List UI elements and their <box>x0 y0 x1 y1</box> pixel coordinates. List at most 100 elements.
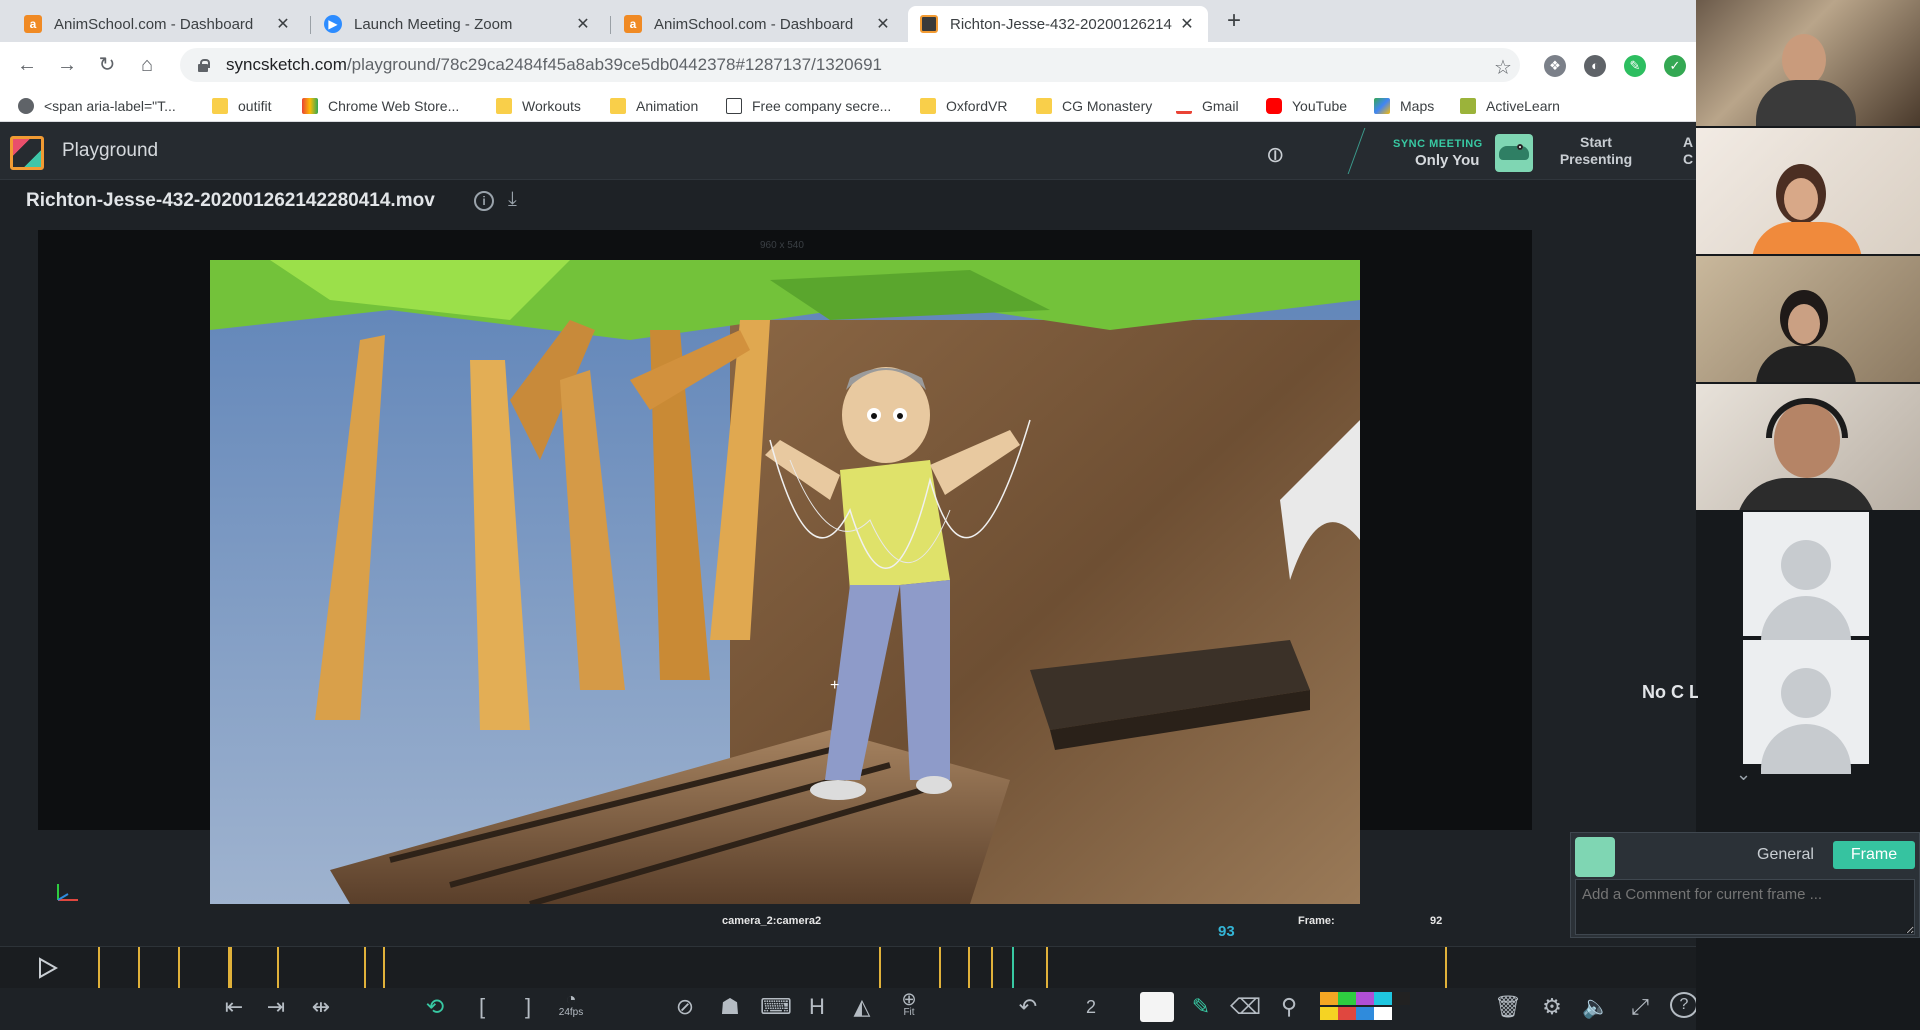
tab-animschool-dashboard-1[interactable]: a AnimSchool.com - Dashboard ✕ <box>12 6 304 42</box>
color-swatch[interactable] <box>1338 1007 1356 1020</box>
address-bar[interactable]: syncsketch.com/playground/78c29ca2484f45… <box>180 48 1520 82</box>
info-icon[interactable]: i <box>474 191 494 211</box>
eraser-icon[interactable]: ⌫ <box>1230 992 1261 1022</box>
eyedropper-icon[interactable]: ⚲ <box>1274 992 1304 1022</box>
video-frame[interactable]: + <box>210 260 1360 904</box>
bookmark-free-company[interactable]: Free company secre... <box>726 95 891 117</box>
tab-animschool-dashboard-2[interactable]: a AnimSchool.com - Dashboard ✕ <box>612 6 904 42</box>
tab-zoom-launch[interactable]: ▶ Launch Meeting - Zoom ✕ <box>312 6 604 42</box>
bookmark-oxfordvr[interactable]: OxfordVR <box>920 95 1007 117</box>
bookmark-youtube[interactable]: YouTube <box>1266 95 1347 117</box>
shield-extension-icon[interactable]: ✓ <box>1664 55 1686 77</box>
range-icon[interactable]: ⇹ <box>306 992 336 1022</box>
keyframe-tick[interactable] <box>277 947 279 989</box>
loop-icon[interactable]: ⟲ <box>420 992 450 1022</box>
close-icon[interactable]: ✕ <box>874 14 892 34</box>
prev-frame-icon[interactable]: ⇤ <box>222 992 246 1022</box>
close-icon[interactable]: ✕ <box>574 14 592 34</box>
keyframe-tick[interactable] <box>383 947 385 989</box>
bookmark-gmail[interactable]: Gmail <box>1176 95 1239 117</box>
keyframe-tick[interactable] <box>991 947 993 989</box>
timeline-bar[interactable] <box>0 946 1696 989</box>
keyframe-tick[interactable] <box>178 947 180 989</box>
color-swatch[interactable] <box>1374 992 1392 1005</box>
visibility-off-icon[interactable]: ⊘ <box>670 992 700 1022</box>
participant-placeholder-1[interactable] <box>1743 512 1869 646</box>
keyframe-tick[interactable] <box>1046 947 1048 989</box>
pen-icon[interactable]: ✎ <box>1186 992 1216 1022</box>
fps-button[interactable]: ◔ 24fps <box>552 990 590 1020</box>
new-tab-button[interactable]: + <box>1220 8 1248 36</box>
back-icon[interactable]: ← <box>14 52 40 78</box>
evernote-extension-icon[interactable]: ✎ <box>1624 55 1646 77</box>
home-icon[interactable]: ⌂ <box>134 52 160 78</box>
next-frame-icon[interactable]: ⇥ <box>264 992 288 1022</box>
tab-syncsketch-richton[interactable]: Richton-Jesse-432-20200126214 ✕ <box>908 6 1208 42</box>
timeline-track[interactable] <box>98 947 1822 989</box>
brush-size-value[interactable]: 2 <box>1080 992 1102 1022</box>
keyframe-tick[interactable] <box>968 947 970 989</box>
header-cut-button[interactable]: A C <box>1683 134 1696 168</box>
color-swatch[interactable] <box>1374 1007 1392 1020</box>
trash-icon[interactable]: 🗑 <box>1494 992 1522 1022</box>
volume-icon[interactable]: 🔈 <box>1582 992 1610 1022</box>
help-icon[interactable]: ? <box>1670 992 1698 1018</box>
participant-video-4[interactable] <box>1696 384 1920 510</box>
bookmark-outifit[interactable]: outifit <box>212 95 271 117</box>
keyframe-tick[interactable] <box>98 947 100 989</box>
bookmark-star-icon[interactable]: ☆ <box>1494 55 1512 80</box>
color-swatch[interactable] <box>1392 992 1410 1005</box>
comment-input[interactable] <box>1575 879 1915 935</box>
bookmark-maps[interactable]: Maps <box>1374 95 1434 117</box>
syncsketch-logo-icon[interactable] <box>10 136 44 170</box>
bookmark-animation[interactable]: Animation <box>610 95 698 117</box>
color-swatch[interactable] <box>1356 1007 1374 1020</box>
tab-frame[interactable]: Frame <box>1833 841 1915 869</box>
participant-video-2[interactable] <box>1696 128 1920 254</box>
keyframe-tick[interactable] <box>879 947 881 989</box>
color-swatch[interactable] <box>1338 992 1356 1005</box>
bookmark-chrome-web-store[interactable]: Chrome Web Store... <box>302 95 459 117</box>
keyboard-icon[interactable]: ⌨ <box>760 992 792 1022</box>
color-swatch[interactable] <box>1356 992 1374 1005</box>
fullscreen-icon[interactable]: ⤢ <box>1626 992 1654 1022</box>
keyframe-tick[interactable] <box>138 947 140 989</box>
keyframe-tick[interactable] <box>939 947 941 989</box>
playhead[interactable] <box>1012 947 1014 989</box>
reload-icon[interactable]: ↻ <box>94 52 120 78</box>
participant-placeholder-2[interactable] <box>1743 640 1869 774</box>
play-icon[interactable] <box>36 957 58 979</box>
dropbox-extension-icon[interactable]: ❖ <box>1544 55 1566 77</box>
start-presenting-button[interactable]: Start Presenting <box>1548 134 1644 170</box>
tab-general[interactable]: General <box>1747 841 1824 869</box>
keyframe-tick[interactable] <box>1445 947 1447 989</box>
avatar[interactable] <box>1495 134 1533 172</box>
close-icon[interactable]: ✕ <box>274 14 292 34</box>
hold-button[interactable]: H <box>806 992 828 1022</box>
color-swatch[interactable] <box>1320 1007 1338 1020</box>
bookmark-activelearn[interactable]: ActiveLearn <box>1460 95 1560 117</box>
keyframe-tick[interactable] <box>364 947 366 989</box>
close-icon[interactable]: ✕ <box>1178 14 1196 34</box>
keyframe-tick[interactable] <box>230 947 232 989</box>
color-swatch[interactable] <box>1320 992 1338 1005</box>
bookmark-workouts[interactable]: Workouts <box>496 95 581 117</box>
bookmark-cg-monastery[interactable]: CG Monastery <box>1036 95 1152 117</box>
extension-icon[interactable]: ◐ <box>1584 55 1606 77</box>
color-palette[interactable] <box>1320 992 1410 1022</box>
zoom-fit-button[interactable]: ⊕ Fit <box>892 990 926 1020</box>
in-point-icon[interactable]: [ <box>474 992 490 1022</box>
participant-video-3[interactable] <box>1696 256 1920 382</box>
flip-icon[interactable]: ◭ <box>848 992 876 1022</box>
ghost-icon[interactable]: ☗ <box>716 992 744 1022</box>
gear-icon[interactable]: ⚙ <box>1538 992 1566 1022</box>
undo-icon[interactable]: ↶ <box>1014 992 1042 1022</box>
forward-icon[interactable]: → <box>54 52 80 78</box>
link-icon[interactable]: ⊘ <box>1260 139 1291 170</box>
participant-video-1[interactable] <box>1696 0 1920 126</box>
download-icon[interactable]: ⤓ <box>508 188 517 211</box>
out-point-icon[interactable]: ] <box>520 992 536 1022</box>
bookmark-span[interactable]: <span aria-label="T... <box>18 95 176 117</box>
color-preview[interactable] <box>1140 992 1174 1022</box>
chevron-down-icon[interactable]: ⌄ <box>1736 764 1751 785</box>
